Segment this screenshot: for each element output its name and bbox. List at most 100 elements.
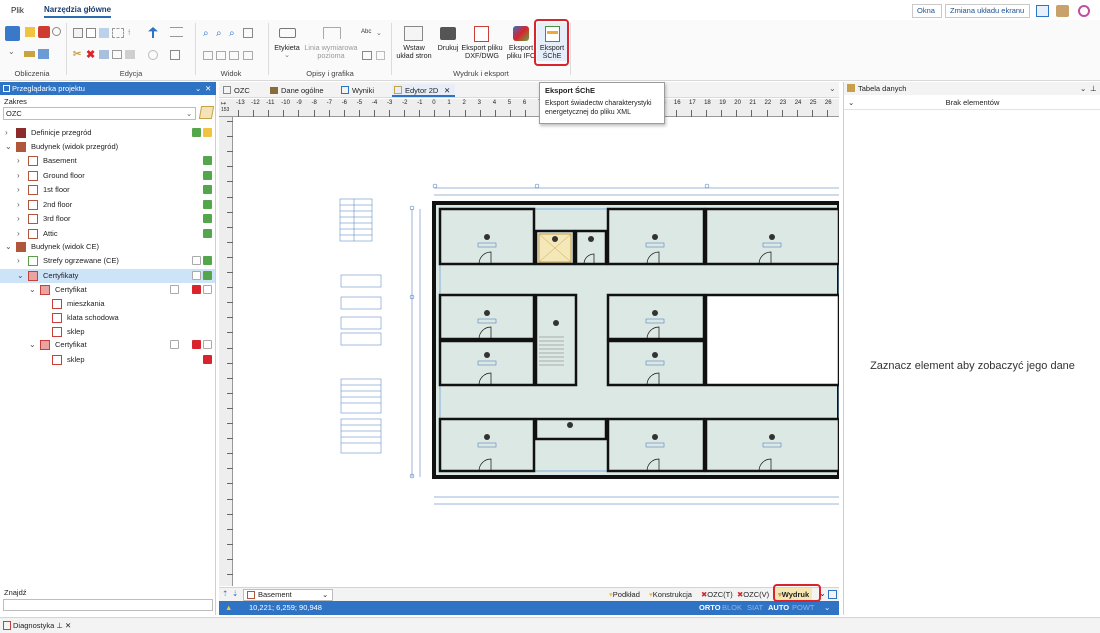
tree-item-2nd-floor[interactable]: › 2nd floor bbox=[0, 198, 215, 212]
layers-icon[interactable] bbox=[99, 28, 109, 38]
menu-main-tools[interactable]: Narzędzia główne bbox=[44, 5, 112, 18]
ruler-icon[interactable] bbox=[24, 51, 35, 57]
tree-item-attic[interactable]: › Attic bbox=[0, 227, 215, 241]
cut-icon[interactable]: ✂ bbox=[73, 49, 81, 60]
delete-icon[interactable]: ✖ bbox=[86, 48, 95, 61]
zoom-window-icon[interactable] bbox=[243, 28, 253, 38]
stack-icon[interactable] bbox=[1056, 5, 1069, 17]
view-icon[interactable] bbox=[203, 51, 213, 60]
status-siat[interactable]: SIAT bbox=[747, 601, 763, 615]
pan-icon[interactable] bbox=[216, 51, 226, 60]
menu-file[interactable]: Plik bbox=[11, 6, 24, 15]
view-tab-ozc-t[interactable]: ✖OZC(T) bbox=[701, 589, 733, 601]
scale-icon[interactable] bbox=[170, 50, 180, 60]
label-button[interactable]: Etykieta ⌄ bbox=[271, 24, 303, 60]
star-icon[interactable] bbox=[203, 128, 212, 137]
tree-item-1st-floor[interactable]: › 1st floor bbox=[0, 183, 215, 197]
tree-item-staircase[interactable]: klata schodowa bbox=[0, 311, 215, 325]
zoom-fit-icon[interactable]: ⌕ bbox=[229, 28, 235, 39]
tree-item-ground-floor[interactable]: › Ground floor bbox=[0, 169, 215, 183]
monitor-icon[interactable] bbox=[1036, 5, 1049, 17]
options-icon[interactable] bbox=[170, 285, 179, 294]
tree-item-certificate-2[interactable]: ⌄ Certyfikat bbox=[0, 338, 215, 352]
find-input[interactable] bbox=[3, 599, 213, 611]
pin-icon[interactable]: ⊥ bbox=[56, 621, 63, 630]
add-icon[interactable] bbox=[203, 185, 212, 194]
arrow-up-icon[interactable]: ⇡ bbox=[222, 589, 228, 598]
tree-item-apartments[interactable]: mieszkania bbox=[0, 297, 215, 311]
table-icon[interactable] bbox=[38, 49, 49, 59]
remove-icon[interactable] bbox=[192, 340, 201, 349]
grid-icon[interactable] bbox=[38, 26, 50, 38]
chevron-down-icon[interactable]: ⌄ bbox=[195, 82, 201, 95]
export-ifc-button[interactable]: Eksport pliku IFC bbox=[505, 24, 537, 60]
add-icon[interactable] bbox=[203, 171, 212, 180]
close-icon[interactable]: ✕ bbox=[65, 621, 71, 630]
array-icon[interactable] bbox=[112, 50, 122, 59]
folder-icon[interactable] bbox=[25, 27, 35, 37]
add-icon[interactable] bbox=[203, 229, 212, 238]
panel-menu-icon[interactable] bbox=[3, 85, 10, 92]
zoom-in-icon[interactable]: ⌕ bbox=[203, 28, 209, 39]
remove-icon[interactable] bbox=[203, 355, 212, 364]
layers-view-icon[interactable] bbox=[243, 51, 253, 60]
warning-icon[interactable]: ▲ bbox=[225, 601, 232, 615]
remove-icon[interactable] bbox=[192, 285, 201, 294]
chevron-down-icon[interactable]: ⌄ bbox=[8, 47, 15, 56]
tree-item-building-ce[interactable]: ⌄ Budynek (widok CE) bbox=[0, 240, 215, 254]
align-icon[interactable] bbox=[170, 27, 183, 37]
floor-select[interactable]: Basement ⌄ bbox=[243, 589, 333, 601]
tree-item-certificates[interactable]: ⌄ Certyfikaty bbox=[0, 269, 215, 283]
status-blok[interactable]: BLOK bbox=[722, 601, 742, 615]
vertical-ruler[interactable] bbox=[219, 117, 233, 586]
status-orto[interactable]: ORTO bbox=[699, 601, 721, 615]
tree-item-3rd-floor[interactable]: › 3rd floor bbox=[0, 212, 215, 226]
export-dxf-button[interactable]: Eksport pliku DXF/DWG bbox=[460, 24, 504, 60]
paste-icon[interactable] bbox=[86, 28, 96, 38]
layout-change-dropdown[interactable]: Zmiana układu ekranu ⌄ bbox=[945, 4, 1030, 27]
windows-dropdown[interactable]: Okna ⌄ bbox=[912, 4, 942, 27]
image-icon[interactable] bbox=[362, 51, 372, 60]
view-tab-construction[interactable]: ▾Konstrukcja bbox=[649, 589, 692, 601]
copy-icon[interactable] bbox=[73, 28, 83, 38]
tree-item-shop-1[interactable]: sklep bbox=[0, 325, 215, 339]
add-icon[interactable] bbox=[192, 128, 201, 137]
tree-item-definitions[interactable]: › Definicje przegród bbox=[0, 126, 215, 140]
chevron-down-icon[interactable]: ⌄ bbox=[376, 29, 382, 37]
diagnostics-tab[interactable]: Diagnostyka ⊥ ✕ bbox=[2, 620, 71, 632]
arrow-down-icon[interactable]: ⇣ bbox=[232, 589, 238, 598]
tree-item-shop-2[interactable]: sklep bbox=[0, 353, 215, 367]
chevron-down-icon[interactable]: ⌄ bbox=[848, 96, 854, 110]
help-icon[interactable] bbox=[1078, 5, 1090, 17]
pencil-icon[interactable] bbox=[198, 106, 215, 119]
mirror-icon[interactable] bbox=[125, 50, 135, 59]
drawing-canvas[interactable] bbox=[234, 117, 839, 586]
options-icon[interactable] bbox=[192, 256, 201, 265]
tree-item-heated-zones[interactable]: › Strefy ogrzewane (CE) bbox=[0, 254, 215, 268]
move-icon[interactable] bbox=[148, 27, 158, 38]
close-icon[interactable]: ✕ bbox=[205, 82, 211, 95]
status-auto[interactable]: AUTO bbox=[768, 601, 789, 615]
tab-ozc[interactable]: OZC bbox=[221, 84, 257, 97]
print-button[interactable]: Drukuj bbox=[435, 24, 461, 52]
view-tab-ozc-v[interactable]: ✖OZC(V) bbox=[737, 589, 769, 601]
view-tab-base[interactable]: ▾Podkład bbox=[609, 589, 640, 601]
layout-icon[interactable] bbox=[828, 590, 837, 599]
scope-select[interactable]: OZC ⌄ bbox=[3, 107, 196, 120]
tree-item-basement[interactable]: › Basement bbox=[0, 154, 215, 168]
rotate-icon[interactable] bbox=[148, 50, 158, 60]
add-icon[interactable] bbox=[203, 200, 212, 209]
chevron-down-icon[interactable]: ⌄ bbox=[1080, 82, 1086, 95]
options-icon[interactable] bbox=[203, 340, 212, 349]
add-icon[interactable] bbox=[203, 256, 212, 265]
selection-icon[interactable] bbox=[112, 28, 124, 38]
insert-layout-button[interactable]: Wstaw układ stron bbox=[394, 24, 434, 60]
horizontal-ruler[interactable]: ↦ 153 -13 -12 -11 -10 -9 -8 -7 -6 -5 -4 -3 -2 -1 0 1 2 3… bbox=[219, 99, 839, 117]
options-icon[interactable] bbox=[170, 340, 179, 349]
close-icon[interactable]: ✕ bbox=[444, 84, 450, 97]
zoom-out-icon[interactable]: ⌕ bbox=[216, 28, 222, 39]
symbol-icon[interactable] bbox=[376, 51, 385, 60]
status-powt[interactable]: POWT bbox=[792, 601, 815, 615]
options-icon[interactable] bbox=[203, 285, 212, 294]
add-icon[interactable] bbox=[203, 156, 212, 165]
